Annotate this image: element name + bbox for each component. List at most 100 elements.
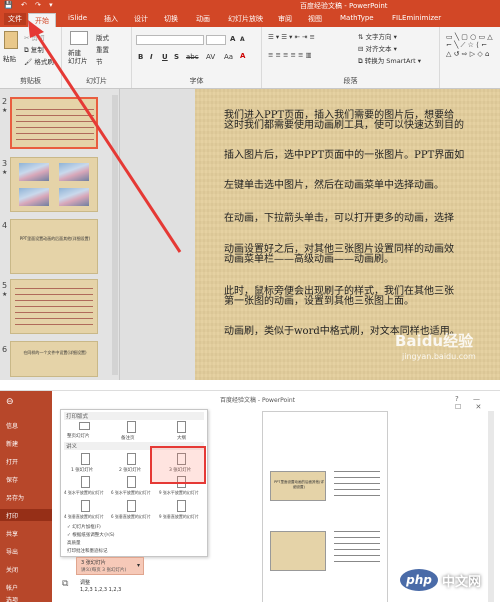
handout-9v-icon (177, 500, 186, 512)
thumbnail-caption: PPT里面设置动画的后面其他(详细设置) (19, 236, 91, 241)
grow-font-button[interactable]: A (230, 35, 235, 43)
handout-option[interactable]: 9 张垂直放置的幻灯片 (159, 514, 199, 520)
smartart-button[interactable]: ⧉ 转换为 SmartArt ▾ (358, 55, 421, 66)
handout-6h-icon (127, 476, 136, 488)
handout-2-icon (127, 453, 136, 465)
quick-access-toolbar[interactable]: 💾 ↶ ↷ ▾ (4, 1, 56, 9)
slide-image (59, 188, 89, 206)
shadow-button[interactable]: S (174, 53, 179, 61)
backstage-item-open[interactable]: 打开 (6, 457, 18, 466)
baidu-watermark: Baidu经验 (395, 332, 474, 350)
slide-text-line: 左键单击选中图片，然后在动画菜单中选择动画。 (224, 180, 444, 191)
layout-button[interactable]: 版式 (96, 32, 109, 42)
notes-page-icon (127, 421, 136, 433)
text-direction-icon: ⇅ (358, 33, 364, 41)
slide-thumbnail[interactable] (10, 97, 98, 149)
slide-thumbnail[interactable] (10, 279, 98, 334)
handout-4v-icon (81, 500, 90, 512)
tab-home[interactable]: 开始 (28, 13, 56, 27)
scale-to-fit-option[interactable]: ✓ 根据纸张调整大小(S) (67, 532, 115, 538)
handout-option[interactable]: 1 张幻灯片 (71, 467, 93, 473)
backstage-item-share[interactable]: 共享 (6, 529, 18, 538)
handout-option[interactable]: 6 张水平放置的幻灯片 (111, 490, 151, 496)
tab-animations[interactable]: 动画 (196, 14, 210, 24)
backstage-item-close[interactable]: 关闭 (6, 565, 18, 574)
php-watermark-text: 中文网 (442, 575, 482, 590)
handout-option[interactable]: 2 张幻灯片 (119, 467, 141, 473)
slide-image (19, 163, 49, 181)
backstage-item-saveas[interactable]: 另存为 (6, 493, 24, 502)
tab-islide[interactable]: iSlide (68, 14, 87, 22)
collate-value[interactable]: 1,2,3 1,2,3 1,2,3 (80, 587, 121, 593)
paragraph-group-label: 段落 (343, 77, 358, 85)
align-buttons[interactable]: ≡ ≡ ≡ ≡ ≡ ▥ (268, 51, 312, 59)
dropdown-section-header: 打印版式 (64, 412, 204, 420)
preview-slide-caption: PPT里面设置动画的后面其他(详细设置) (274, 480, 324, 489)
print-comments-option[interactable]: 打印批注和墨迹标记 (67, 548, 108, 554)
tab-view[interactable]: 视图 (308, 14, 322, 24)
cut-button[interactable]: ✂ 剪切 (24, 32, 45, 42)
reset-button[interactable]: 重置 (96, 44, 109, 54)
backstage-item-options[interactable]: 选项 (6, 595, 18, 602)
format-painter-button[interactable]: 🖌 格式刷 (24, 56, 54, 66)
align-text-button[interactable]: ⊟ 对齐文本 ▾ (358, 43, 397, 53)
back-arrow-icon[interactable]: ⊖ (6, 397, 14, 407)
tab-review[interactable]: 审阅 (278, 14, 292, 24)
frame-slides-option[interactable]: ✓ 幻灯片加框(F) (67, 524, 101, 530)
shrink-font-button[interactable]: A (240, 36, 245, 43)
outline-icon (177, 421, 186, 433)
paste-button[interactable]: 粘贴 (3, 53, 16, 63)
powerpoint-window-top: 💾 ↶ ↷ ▾ 百度经验文稿 - PowerPoint 文件 开始 iSlide… (0, 0, 500, 380)
high-quality-option[interactable]: 高质量 (67, 540, 81, 546)
font-size-select[interactable] (206, 35, 226, 45)
shapes-gallery[interactable]: ▭ ╲ ▢ ○ ▭ △ ⌐ ╲ ⟋ ☆ ⟨ ⌐ △ ↺ ⇨ ▷ ◇ ⌂ (446, 33, 493, 58)
handout-option[interactable]: 6 张垂直放置的幻灯片 (111, 514, 151, 520)
preview-slide-thumbnail: PPT里面设置动画的后面其他(详细设置) (270, 471, 326, 501)
char-spacing-button[interactable]: AV (206, 53, 215, 61)
bullets-button[interactable]: ☰ ▾ ☰ ▾ ⇤ ⇥ ≡ (268, 33, 315, 41)
backstage-item-export[interactable]: 导出 (6, 547, 18, 556)
thumbnail-scrollbar[interactable] (112, 95, 118, 375)
tab-file[interactable]: 文件 (4, 13, 26, 25)
print-layout-selector[interactable]: 3 张幻灯片 讲义(每页 3 张幻灯片) ▾ (76, 557, 144, 575)
text-direction-button[interactable]: ⇅ 文字方向 ▾ (358, 31, 397, 41)
backstage-item-new[interactable]: 新建 (6, 439, 18, 448)
layout-option-outline[interactable]: 大纲 (177, 435, 186, 441)
tab-fileminimizer[interactable]: FILEminimizer (392, 14, 441, 22)
bold-button[interactable]: B (138, 53, 143, 61)
change-case-button[interactable]: Aa (224, 53, 233, 61)
tab-insert[interactable]: 插入 (104, 14, 118, 24)
new-slide-button[interactable]: 新建 幻灯片 (68, 49, 88, 65)
window-controls[interactable]: ? — ☐ ✕ (455, 395, 500, 411)
slide-thumbnail[interactable]: PPT里面设置动画的后面其他(详细设置) (10, 219, 98, 274)
layout-option-notes[interactable]: 备注页 (121, 435, 135, 441)
backstage-item-info[interactable]: 信息 (6, 421, 18, 430)
align-text-icon: ⊟ (358, 45, 364, 53)
tab-mathtype[interactable]: MathType (340, 14, 374, 22)
slide-thumbnail[interactable]: 在同样的一个文件中设置(详细设置) (10, 341, 98, 377)
underline-button[interactable]: U (162, 53, 168, 61)
layout-option-full[interactable]: 整页幻灯片 (67, 433, 90, 439)
handout-option[interactable]: 9 张水平放置的幻灯片 (159, 490, 199, 496)
section-button[interactable]: 节 (96, 56, 103, 66)
backstage-item-account[interactable]: 帐户 (6, 583, 18, 592)
handout-1-icon (81, 453, 90, 465)
font-color-button[interactable]: A (240, 52, 245, 60)
backstage-item-save[interactable]: 保存 (6, 475, 18, 484)
tab-design[interactable]: 设计 (134, 14, 148, 24)
copy-button[interactable]: ⧉ 复制 (24, 44, 44, 55)
italic-button[interactable]: I (150, 53, 153, 61)
slide-thumbnail[interactable] (10, 157, 98, 212)
paste-icon (4, 31, 18, 49)
tab-slideshow[interactable]: 幻灯片放映 (228, 14, 263, 24)
handout-option[interactable]: 4 张水平放置的幻灯片 (64, 490, 104, 496)
handout-option[interactable]: 4 张垂直放置的幻灯片 (64, 514, 104, 520)
ribbon: 粘贴 ✂ 剪切 ⧉ 复制 🖌 格式刷 剪贴板 新建 幻灯片 版式 重置 节 幻灯… (0, 27, 500, 89)
font-name-select[interactable] (136, 35, 204, 45)
selected-layout-title: 3 张幻灯片 (81, 560, 106, 566)
tab-transitions[interactable]: 切换 (164, 14, 178, 24)
print-preview-page (262, 411, 388, 602)
backstage-item-print[interactable]: 打印 (0, 509, 52, 521)
strikethrough-button[interactable]: abc (186, 53, 199, 61)
clipboard-group-label: 剪贴板 (20, 77, 41, 85)
